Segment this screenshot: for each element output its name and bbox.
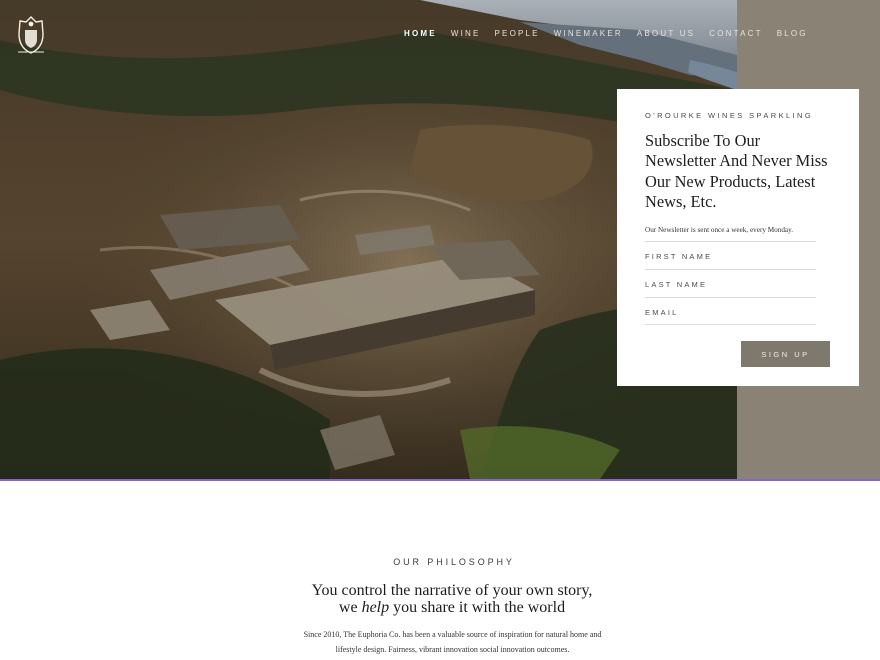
philosophy-heading-line1: You control the narrative of your own st…: [311, 582, 593, 599]
newsletter-eyebrow: O'ROURKE WINES SPARKLING: [645, 111, 814, 120]
philosophy-eyebrow: OUR PHILOSOPHY: [393, 557, 515, 567]
hero-section: HOME WINE PEOPLE WINEMAKER ABOUT US CONT…: [0, 0, 880, 479]
newsletter-card: O'ROURKE WINES SPARKLING Subscribe To Ou…: [617, 89, 859, 386]
hero-divider-line: [0, 479, 880, 481]
philosophy-heading: You control the narrative of your own st…: [0, 582, 880, 617]
nav-home[interactable]: HOME: [404, 29, 437, 38]
newsletter-form: FIRST NAME LAST NAME EMAIL: [645, 241, 831, 326]
heading-we: we: [338, 598, 358, 616]
nav-winemaker[interactable]: WINEMAKER: [554, 29, 623, 38]
sign-up-button[interactable]: SIGN UP: [741, 341, 830, 367]
crest-logo[interactable]: [14, 14, 48, 56]
email-field[interactable]: EMAIL: [645, 297, 816, 326]
heading-help-emphasis: help: [361, 598, 390, 616]
last-name-placeholder: LAST NAME: [645, 280, 708, 290]
newsletter-title: Subscribe To Our Newsletter And Never Mi…: [645, 131, 828, 211]
newsletter-note: Our Newsletter is sent once a week, ever…: [645, 226, 794, 235]
last-name-field[interactable]: LAST NAME: [645, 269, 816, 297]
nav-contact[interactable]: CONTACT: [709, 29, 762, 38]
nav-blog[interactable]: BLOG: [777, 29, 808, 38]
heading-rest: you share it with the world: [393, 598, 566, 616]
email-placeholder: EMAIL: [645, 308, 679, 318]
philosophy-heading-line2: we help you share it with the world: [0, 598, 880, 617]
nav-wine[interactable]: WINE: [451, 29, 481, 38]
nav-about-us[interactable]: ABOUT US: [637, 29, 695, 38]
nav-people[interactable]: PEOPLE: [495, 29, 540, 38]
first-name-placeholder: FIRST NAME: [645, 252, 713, 262]
main-nav: HOME WINE PEOPLE WINEMAKER ABOUT US CONT…: [404, 29, 822, 38]
philosophy-body: Since 2010, The Euphoria Co. has been a …: [303, 630, 602, 654]
first-name-field[interactable]: FIRST NAME: [645, 241, 816, 269]
